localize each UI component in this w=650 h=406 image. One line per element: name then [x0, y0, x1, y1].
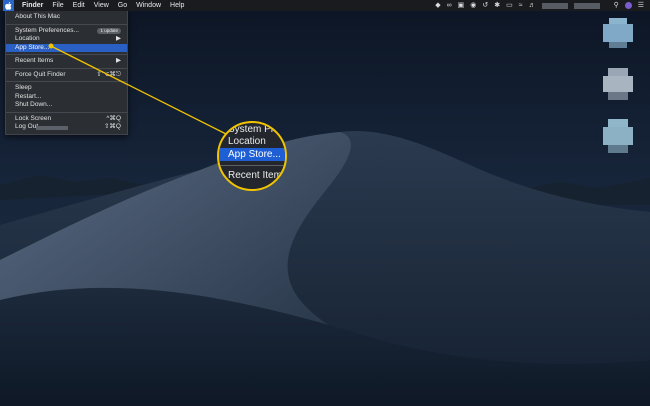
search-icon[interactable]: ⚲ [614, 0, 619, 11]
menu-go[interactable]: Go [118, 0, 127, 11]
shortcut-label: ⇧⌘Q [103, 123, 121, 130]
menu-separator [6, 111, 127, 113]
siri-icon[interactable] [624, 2, 632, 9]
bluetooth-icon[interactable]: ✱ [494, 0, 500, 11]
zoom-location-label: Location [228, 136, 266, 147]
user-name-redacted[interactable] [573, 2, 600, 9]
menu-item-about-this-mac[interactable]: About This Mac [6, 13, 127, 22]
menu-item-label: Location [15, 35, 40, 42]
menu-separator [6, 54, 127, 55]
menu-window[interactable]: Window [136, 0, 161, 11]
menu-finder[interactable]: Finder [22, 0, 43, 11]
menu-view[interactable]: View [94, 0, 109, 11]
apple-menu: About This Mac System Preferences... 1 u… [5, 11, 128, 135]
menu-bar: Finder File Edit View Go Window Help ◆ ∞… [0, 0, 650, 11]
menu-item-restart[interactable]: Restart... [6, 93, 127, 102]
submenu-arrow-icon: ▶ [116, 57, 121, 64]
menu-item-force-quit[interactable]: Force Quit Finder ⇧⌥⌘⎋ [6, 71, 127, 80]
desktop-file-icon-3[interactable] [603, 119, 633, 153]
zoom-app-store-label: App Store... [228, 149, 281, 160]
menu-item-app-store[interactable]: App Store... [6, 43, 127, 52]
update-badge: 1 update [97, 27, 121, 34]
menu-item-label: Recent Items [15, 57, 54, 64]
menu-item-label: Sleep [15, 84, 32, 91]
airplay-icon[interactable]: ▭ [506, 0, 513, 11]
menu-item-label: System Preferences... [15, 26, 79, 34]
time-machine-icon[interactable]: ↺ [482, 0, 488, 11]
menu-item-label: Log Out [15, 123, 39, 130]
menu-help[interactable]: Help [170, 0, 184, 11]
apple-menu-button[interactable] [3, 0, 14, 11]
shortcut-label: ^⌘Q [106, 114, 121, 122]
clock-redacted[interactable] [541, 2, 568, 9]
menu-item-shut-down[interactable]: Shut Down... [6, 101, 127, 110]
menu-item-label: Shut Down... [15, 101, 53, 108]
desktop-file-icon-1[interactable] [603, 18, 633, 48]
wifi-icon[interactable]: ≈ [519, 0, 523, 11]
menu-item-sleep[interactable]: Sleep [6, 84, 127, 93]
menu-extra-icon[interactable]: ◉ [470, 0, 476, 11]
shortcut-label: ⇧⌥⌘⎋ [96, 70, 121, 78]
dropbox-icon[interactable]: ◆ [435, 0, 440, 11]
zoom-separator [219, 165, 285, 166]
user-name-redacted [36, 125, 68, 130]
menu-item-label: Force Quit Finder [15, 70, 66, 78]
apple-icon [5, 1, 12, 10]
menu-edit[interactable]: Edit [73, 0, 85, 11]
desktop: Finder File Edit View Go Window Help ◆ ∞… [0, 0, 650, 406]
zoom-callout: System Pr Location App Store... Recent I… [217, 121, 287, 191]
menu-item-label: Lock Screen [15, 114, 52, 122]
menu-separator [6, 81, 127, 82]
menu-item-label: About This Mac [15, 13, 61, 20]
status-menus: ◆ ∞ ▣ ◉ ↺ ✱ ▭ ≈ ♬ ⚲ ☰ [429, 0, 644, 11]
menu-item-system-preferences[interactable]: System Preferences... 1 update [6, 27, 127, 36]
menu-item-label: App Store... [15, 43, 50, 51]
desktop-file-icon-2[interactable] [603, 68, 633, 100]
notification-icon[interactable]: ☰ [638, 0, 644, 11]
menu-separator [6, 23, 127, 25]
volume-icon[interactable]: ♬ [529, 0, 536, 11]
menu-item-location[interactable]: Location ▶ [6, 35, 127, 44]
menu-item-log-out[interactable]: Log Out ⇧⌘Q [6, 123, 127, 132]
display-icon[interactable]: ▣ [458, 0, 465, 11]
menu-item-label: Restart... [15, 92, 42, 100]
menu-item-recent-items[interactable]: Recent Items ▶ [6, 57, 127, 66]
zoom-recent-items-label: Recent Item [228, 170, 282, 181]
creative-cloud-icon[interactable]: ∞ [447, 0, 452, 11]
menu-file[interactable]: File [52, 0, 63, 11]
menu-item-lock-screen[interactable]: Lock Screen ^⌘Q [6, 115, 127, 124]
menu-separator [6, 67, 127, 69]
submenu-arrow-icon: ▶ [116, 35, 121, 42]
